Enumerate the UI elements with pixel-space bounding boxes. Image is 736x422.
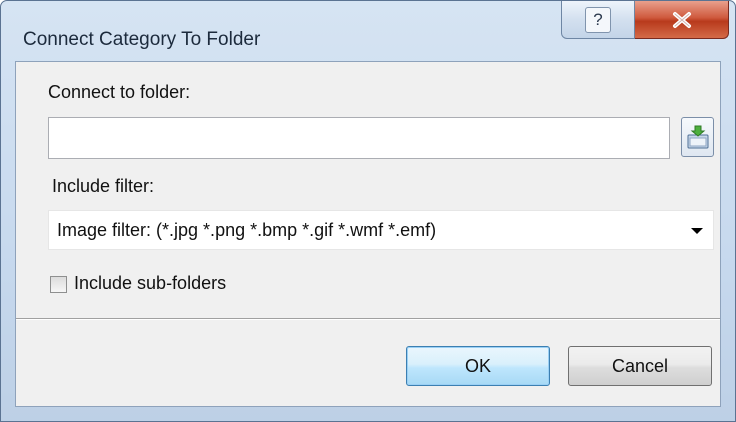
close-icon	[672, 11, 691, 28]
help-icon: ?	[585, 6, 611, 33]
filter-selected-value: Image filter: (*.jpg *.png *.bmp *.gif *…	[57, 220, 437, 240]
ok-button[interactable]: OK	[406, 346, 550, 386]
filter-label: Include filter:	[52, 176, 155, 196]
window-title: Connect Category To Folder	[23, 29, 261, 50]
folder-label: Connect to folder:	[48, 82, 191, 102]
dialog-window: Connect Category To Folder ? Connect to …	[0, 0, 736, 422]
cancel-button[interactable]: Cancel	[568, 346, 712, 386]
browse-folder-button[interactable]	[681, 117, 714, 157]
include-filter-dropdown[interactable]: Image filter: (*.jpg *.png *.bmp *.gif *…	[48, 210, 714, 250]
separator	[16, 318, 720, 320]
dialog-body: Connect to folder: Include filter: Image…	[15, 61, 721, 407]
help-button[interactable]: ?	[561, 1, 635, 39]
chevron-down-icon	[691, 228, 703, 234]
folder-browse-icon	[687, 125, 708, 149]
caption-buttons: ?	[561, 1, 729, 43]
close-button[interactable]	[635, 1, 729, 39]
include-subfolders-checkbox[interactable]	[50, 276, 67, 293]
include-subfolders-label[interactable]: Include sub-folders	[74, 273, 226, 294]
folder-path-input[interactable]	[48, 117, 670, 159]
